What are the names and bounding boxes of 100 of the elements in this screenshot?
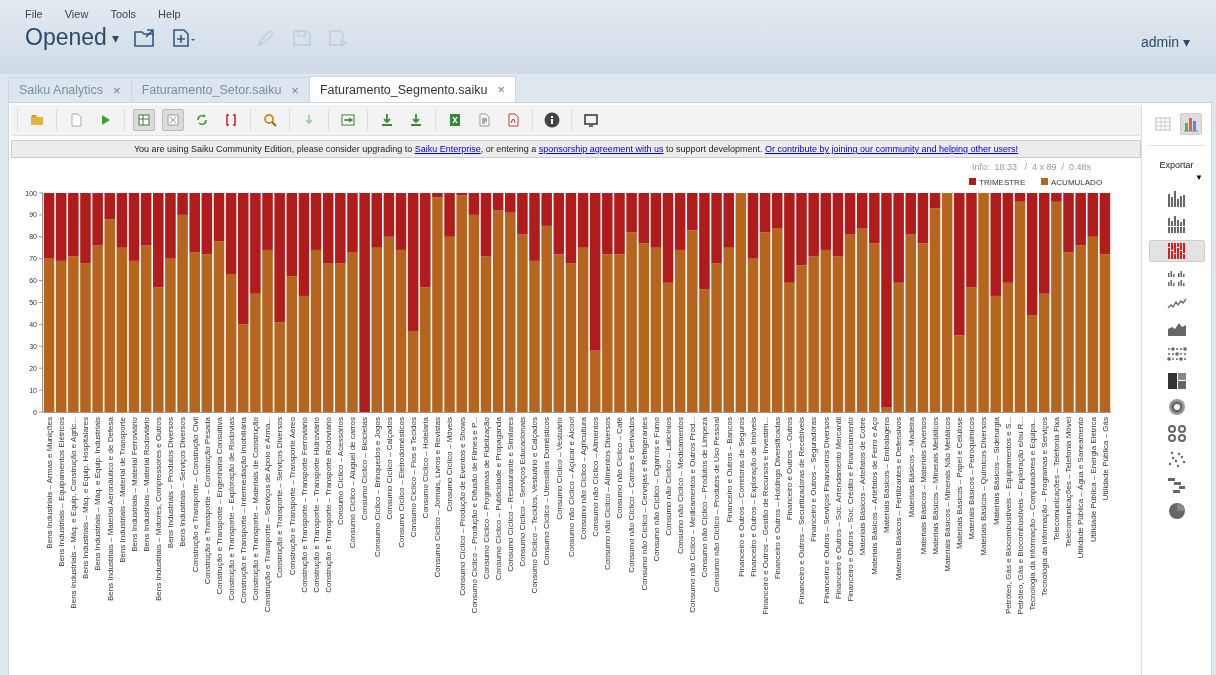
axis-label: Utilidade Pública – Energia Elétrica [1088, 417, 1098, 542]
axis-label: Materiais Básicos – Artefatos de Ferro e Aço [870, 417, 880, 575]
tab[interactable]: Faturamento_Segmento.saiku × [308, 76, 516, 102]
axis-label: Consumo não Cíclico – Café [615, 417, 625, 519]
axis-label: Materiais Básicos – Embalagens [882, 417, 892, 534]
axis-label: Telecomunicações – Telefonia Fixa [1052, 417, 1062, 541]
axis-label: Construção e Transporte – Serviços Diversos [275, 417, 285, 578]
axis-label: Financeiro e Outros – Bancos [724, 417, 734, 523]
axis-label: Construção e Transporte – Intermediação Imobiliária [239, 417, 249, 604]
axis-label: Materiais Básicos – Siderurgia [991, 417, 1001, 526]
axis-label: Financeiro e Outros – Corretoras de Seguros [736, 417, 746, 578]
axis-label: Petróleo, Gás e Biocombustíveis – Equipamentos e S... [1003, 417, 1013, 614]
axis-label: Bens Industriais – Máq. e Equip. Hospitalares [81, 417, 91, 579]
axis-label: Consumo não Cíclico – Cervejas e Refrigerantes [639, 417, 649, 591]
axis-label: Materiais Básicos – Materiais Diversos [918, 417, 928, 555]
axis-label: Materiais Básicos – Minerais Metálicos [930, 417, 940, 555]
axis-label: Bens Industriais – Produtos Diversos [166, 417, 176, 549]
axis-label: Bens Industriais – Material Ferroviário [129, 417, 139, 552]
menu-item[interactable]: Help [158, 8, 181, 20]
axis-label: Bens Industriais – Armas e Munições [44, 417, 54, 549]
axis-label: Consumo Cíclico – Hotelaria [421, 417, 431, 519]
axis-label: Consumo Cíclico – Tecidos, Vestuário e Calçados [530, 417, 540, 594]
axis-label: Consumo não Cíclico – Alimentos Diversos [603, 417, 613, 570]
user-menu[interactable]: admin ▾ [1140, 34, 1190, 50]
upgrade-notice: You are using Saiku Community Edition, please consider upgrading to Saiku Enterprise, or entering a sponsorship agreement with us to support development. Or contribute by joining our community and helping other users! [11, 140, 1141, 158]
axis-label: Construção e Transporte – Serviços de Apoio e Arma... [263, 417, 273, 613]
axis-label: Consumo Cíclico – Eletrodomésticos [396, 417, 406, 548]
axis-label: Consumo não Cíclico – Alimentos [591, 417, 600, 537]
notice-link[interactable]: Or contribute by joining our community and helping other users! [764, 144, 1019, 154]
axis-label: Materiais Básicos – Fertilizantes e Defensivos [894, 417, 904, 581]
axis-label: Bens Industriais – Equipamentos Elétricos [57, 417, 66, 567]
axis-label: Construção e Transporte – Transporte Hidroviário [311, 417, 321, 593]
axis-label: Financeiro e Outros – Soc. Crédito e Financiamento [845, 417, 855, 602]
axis-label: Construção e Transporte – Transporte Rodoviário [324, 417, 333, 593]
axis-label: Financeiro e Outros – Securitizadoras de Recebíveis [797, 417, 807, 605]
axis-label: Construção e Transporte – Construção Pesada [202, 417, 212, 585]
axis-label: Bens Industriais – Material de Transporte [117, 417, 127, 563]
axis-label: Consumo não Cíclico – Laticínios [663, 417, 673, 536]
axis-label: Consumo não Cíclico – Produtos de Uso Pessoal [712, 417, 722, 593]
axis-label: Construção e Transporte – Engenharia Consultiva [214, 417, 224, 595]
axis-label: Consumo Cíclico – Serviços Educacionais [518, 417, 528, 567]
axis-label: Financeiro e Outros – Outros [785, 417, 795, 521]
axis-label: Consumo não Cíclico – Açúcar e Álcool [566, 417, 576, 558]
opened-dropdown[interactable]: Opened ▾ [25, 24, 119, 51]
axis-label: Consumo Cíclico – Utensílios Domésticos [542, 417, 552, 566]
axis-label: Materiais Básicos – Artefatos de Cobre [858, 417, 867, 556]
axis-label: Consumo não Cíclico – Medicamentos e Outros Prod... [688, 417, 698, 613]
axis-label: Consumo Cíclico – Calçados [384, 417, 394, 520]
notice-link[interactable]: sponsorship agreement with us [538, 144, 664, 154]
axis-label: Consumo Cíclico – Acessórios [336, 417, 346, 526]
axis-label: Consumo não Cíclico – Cigarros e Fumo [651, 417, 661, 562]
axis-label: Financeiro e Outros – Gestão de Recursos e Investim... [760, 417, 770, 615]
legend-label: ACUMULADO [1051, 177, 1103, 187]
axis-label: Financeiro e Outros – Exploração de Imóveis [748, 417, 758, 578]
axis-label: Consumo Cíclico – Restaurante e Similares [506, 417, 516, 572]
axis-label: Financeiro e Outros – Soc. Arrendamento Mercantil [833, 417, 843, 600]
axis-label: Consumo Cíclico – Vestuário [554, 417, 564, 520]
axis-label: Utilidade Pública – Gás [1100, 417, 1110, 501]
axis-label: Bens Industriais – Material Aeronáutico e de Defesa [105, 417, 115, 602]
axis-label: Tecnologia da Informação – Computadores e Equipa... [1027, 417, 1037, 611]
axis-label: Construção e Transporte – Construção Civil [190, 417, 200, 573]
axis-label: Consumo Cíclico – Móveis [445, 417, 455, 512]
axis-label: Consumo Cíclico – Fios e Tecidos [408, 417, 418, 538]
axis-label: Consumo Cíclico – Produção e Difusão de Filmes e P... [469, 417, 479, 614]
axis-label: Bens Industriais – Material Rodoviário [141, 417, 151, 552]
axis-label: Tecnologia da Informação – Programas e Serviços [1040, 417, 1050, 597]
axis-label: Consumo Cíclico – Programas de Fidelização [481, 417, 491, 580]
axis-label: Consumo Cíclico – Publicidade e Propaganda [493, 417, 503, 581]
axis-label: Consumo Cíclico – Jornais, Livros e Revistas [433, 417, 443, 578]
axis-label: Consumo Cíclico – Aluguel de carros [348, 417, 358, 549]
legend-label: TRIMESTRE [979, 177, 1026, 187]
axis-label: Financeiro e Outros – Seguradoras [809, 417, 819, 542]
close-icon[interactable]: × [497, 82, 505, 97]
axis-label: Materiais Básicos – Papel e Celulose [955, 417, 965, 550]
axis-label: Consumo não Cíclico – Produtos de Limpeza [700, 417, 710, 578]
axis-label: Consumo Cíclico – Brinquedos e Jogos [372, 417, 382, 558]
axis-label: Petróleo, Gás e Biocombustíveis – Exploração e/ou R... [1015, 417, 1025, 615]
menu-item[interactable]: View [64, 8, 89, 20]
menu-item[interactable]: File [25, 8, 43, 20]
axis-label: Construção e Transporte – Transporte Aéreo [287, 417, 297, 576]
axis-label: Consumo não Cíclico – Agricultura [578, 417, 588, 540]
export-label[interactable]: Exportar [1159, 160, 1194, 170]
axis-label: Consumo Cíclico – Produção de Eventos e Shows [457, 417, 467, 596]
axis-label: Bens Industriais – Máq. e Equip. Construção e Agric... [69, 417, 79, 609]
axis-label: Financeiro e Outros – Serviços Financeiros Diversos [821, 417, 831, 604]
notice-link[interactable]: Saiku Enterprise [414, 144, 481, 154]
dropdown-caret[interactable]: ▼ [1195, 173, 1203, 182]
axis-label: Materiais Básicos – Petroquímicos [967, 417, 977, 540]
axis-label: Telecomunicações – Telefonia Móvel [1064, 417, 1074, 548]
axis-label: Financeiro e Outros – Holdings Diversificadas [773, 417, 783, 580]
axis-label: Consumo Cíclico – Bicicletas [360, 417, 370, 521]
axis-label: Construção e Transporte – Exploração de Rodovias [226, 417, 236, 601]
axis-label: Materiais Básicos – Madeira [906, 417, 916, 518]
axis-label: Utilidade Pública – Água e Saneamento [1076, 417, 1086, 559]
axis-label: Materiais Básicos – Químicos Diversos [979, 417, 989, 556]
axis-label: Bens Industriais – Serviços Diversos [178, 417, 188, 547]
axis-label: Construção e Transporte – Transporte Ferroviário [299, 417, 309, 593]
axis-label: Materiais Básicos – Minerais Não Metálicos [942, 417, 952, 572]
menu-item[interactable]: Tools [110, 8, 137, 20]
query-info: Info: 18:33 / 4 x 89 / 0.48s [970, 161, 1092, 172]
